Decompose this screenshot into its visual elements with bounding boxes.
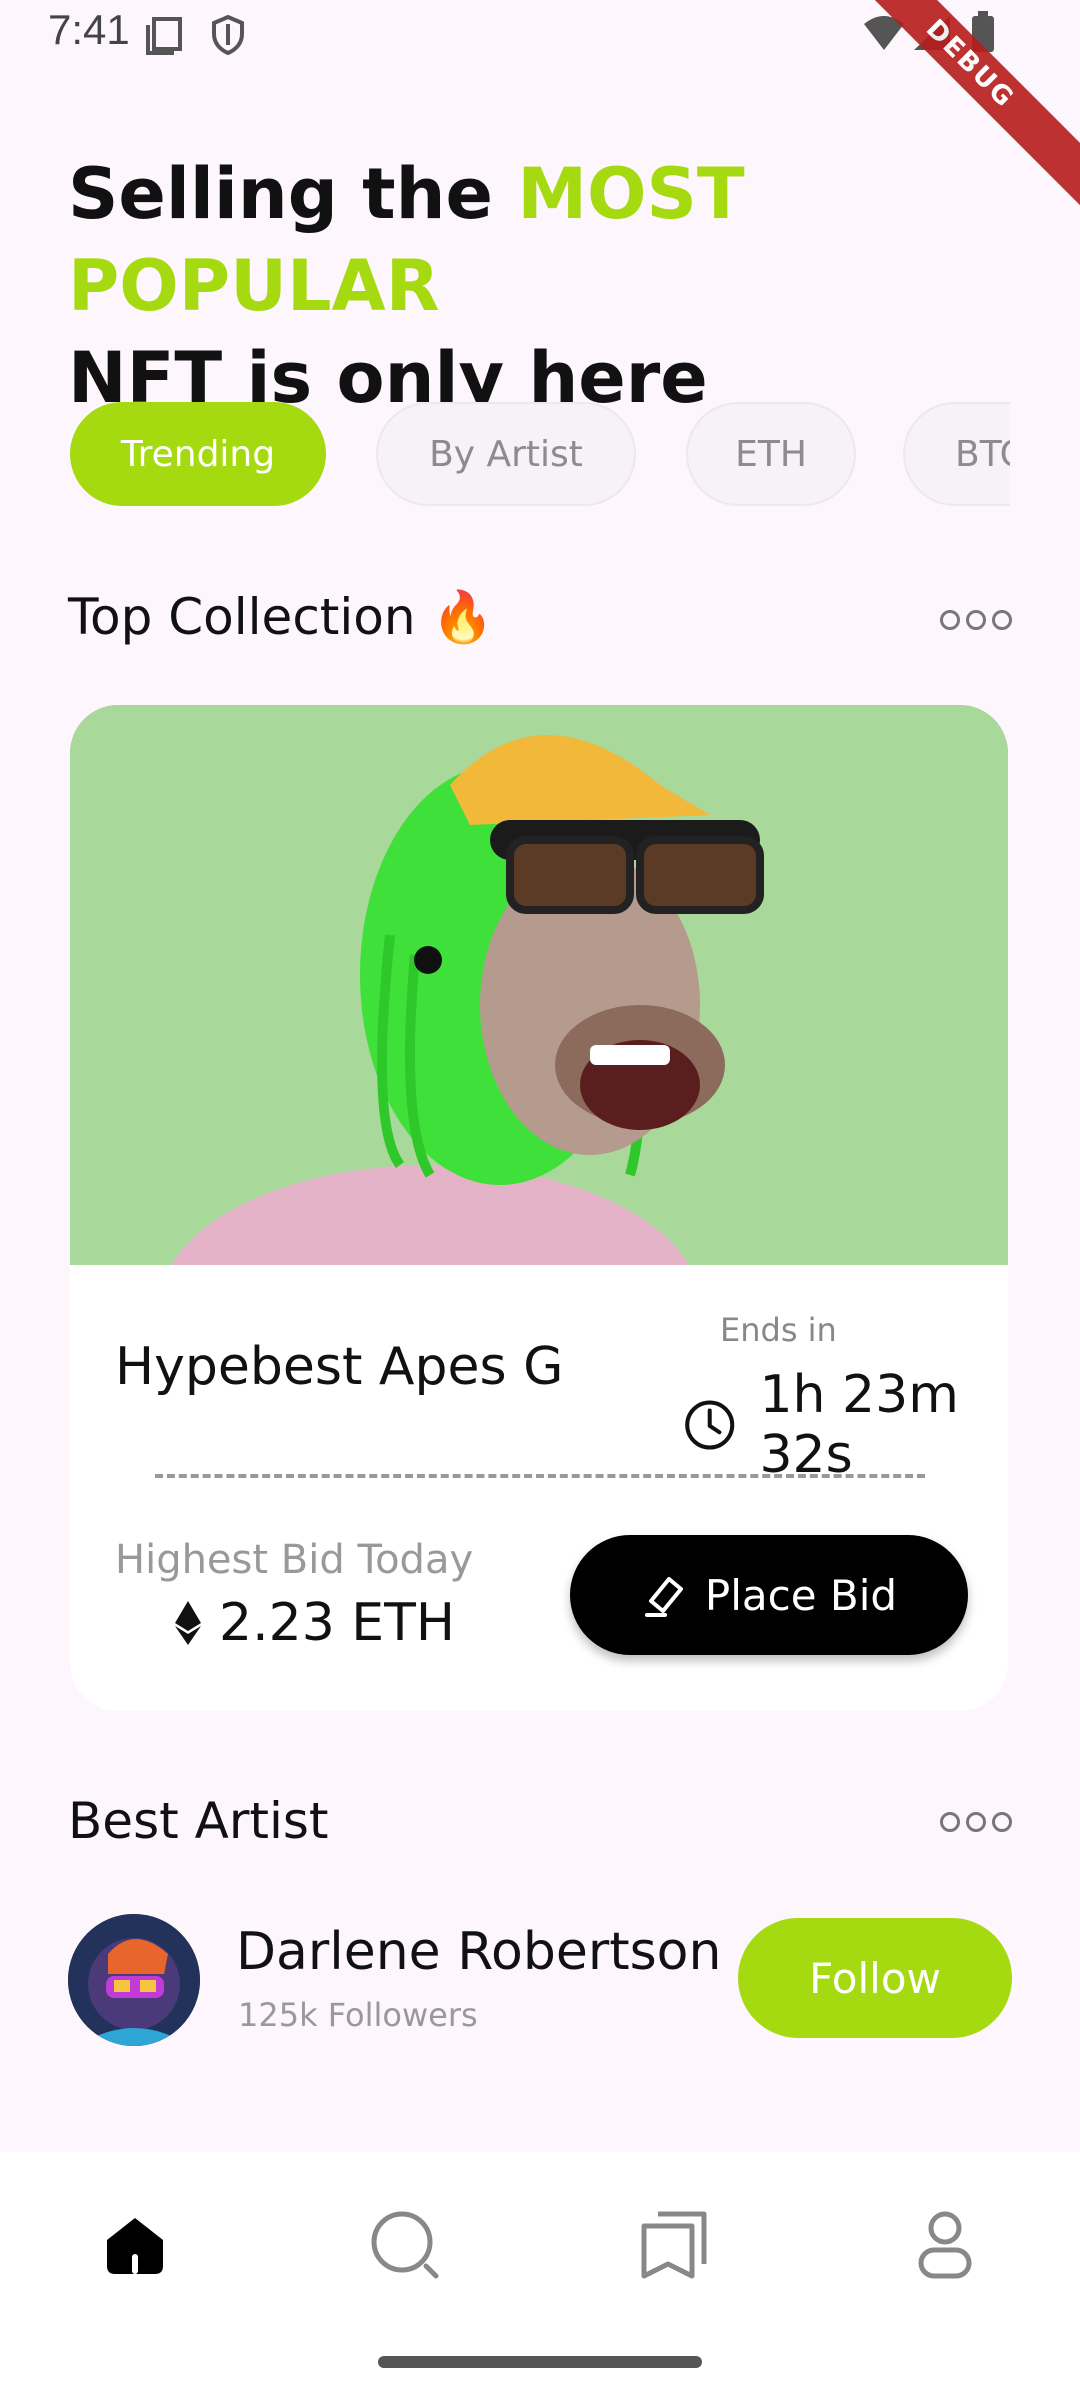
clock-icon: [685, 1400, 735, 1450]
nav-profile[interactable]: [900, 2200, 990, 2290]
artist-name[interactable]: Darlene Robertson: [236, 1922, 721, 1982]
chip-label: By Artist: [429, 433, 583, 475]
best-artist-title: Best Artist: [68, 1792, 329, 1850]
nav-search[interactable]: [360, 2200, 450, 2290]
top-collection-more-icon[interactable]: [940, 610, 1012, 630]
highest-bid: 2.23 ETH: [175, 1593, 455, 1653]
top-collection-title: Top Collection 🔥: [68, 588, 494, 646]
nav-collections[interactable]: [630, 2200, 720, 2290]
nav-home[interactable]: [90, 2200, 180, 2290]
follow-label: Follow: [809, 1953, 941, 2003]
ends-in-label: Ends in: [720, 1311, 837, 1349]
profile-icon: [918, 2211, 972, 2279]
status-time: 7:41: [48, 6, 130, 53]
chip-label: ETH: [735, 433, 807, 475]
avatar[interactable]: [68, 1914, 200, 2046]
home-indicator[interactable]: [378, 2356, 702, 2368]
highest-bid-label: Highest Bid Today: [115, 1537, 474, 1583]
chip-eth[interactable]: ETH: [686, 402, 856, 506]
place-bid-label: Place Bid: [704, 1570, 898, 1620]
chip-by-artist[interactable]: By Artist: [376, 402, 636, 506]
gavel-icon: [644, 1577, 683, 1617]
place-bid-button[interactable]: Place Bid: [570, 1535, 968, 1655]
notification-icon: [146, 17, 182, 55]
category-chips: Trending By Artist ETH BTC: [60, 390, 1010, 520]
nft-image: [70, 705, 1008, 1265]
home-icon: [107, 2218, 163, 2274]
ethereum-icon: [175, 1601, 201, 1645]
chip-trending[interactable]: Trending: [70, 402, 326, 506]
chip-label: Trending: [120, 433, 276, 475]
collection-name: Hypebest Apes G: [115, 1337, 564, 1397]
collections-icon: [641, 2211, 707, 2279]
highest-bid-value: 2.23 ETH: [219, 1593, 456, 1653]
countdown: 1h 23m 32s: [684, 1365, 1008, 1485]
search-icon: [371, 2211, 439, 2279]
shield-icon: [212, 14, 244, 56]
chip-btc[interactable]: BTC: [903, 402, 1010, 506]
chip-label: BTC: [955, 433, 1010, 475]
best-artist-more-icon[interactable]: [940, 1812, 1012, 1832]
countdown-text: 1h 23m 32s: [759, 1365, 959, 1485]
headline: Selling the MOST POPULAR NFT is only her…: [68, 148, 1028, 424]
artist-followers: 125k Followers: [238, 1996, 478, 2034]
collection-card[interactable]: Hypebest Apes G Ends in 1h 23m 32s Highe…: [70, 705, 1008, 1711]
headline-part1: Selling the: [68, 153, 518, 235]
divider: [155, 1474, 925, 1478]
follow-button[interactable]: Follow: [738, 1918, 1012, 2038]
